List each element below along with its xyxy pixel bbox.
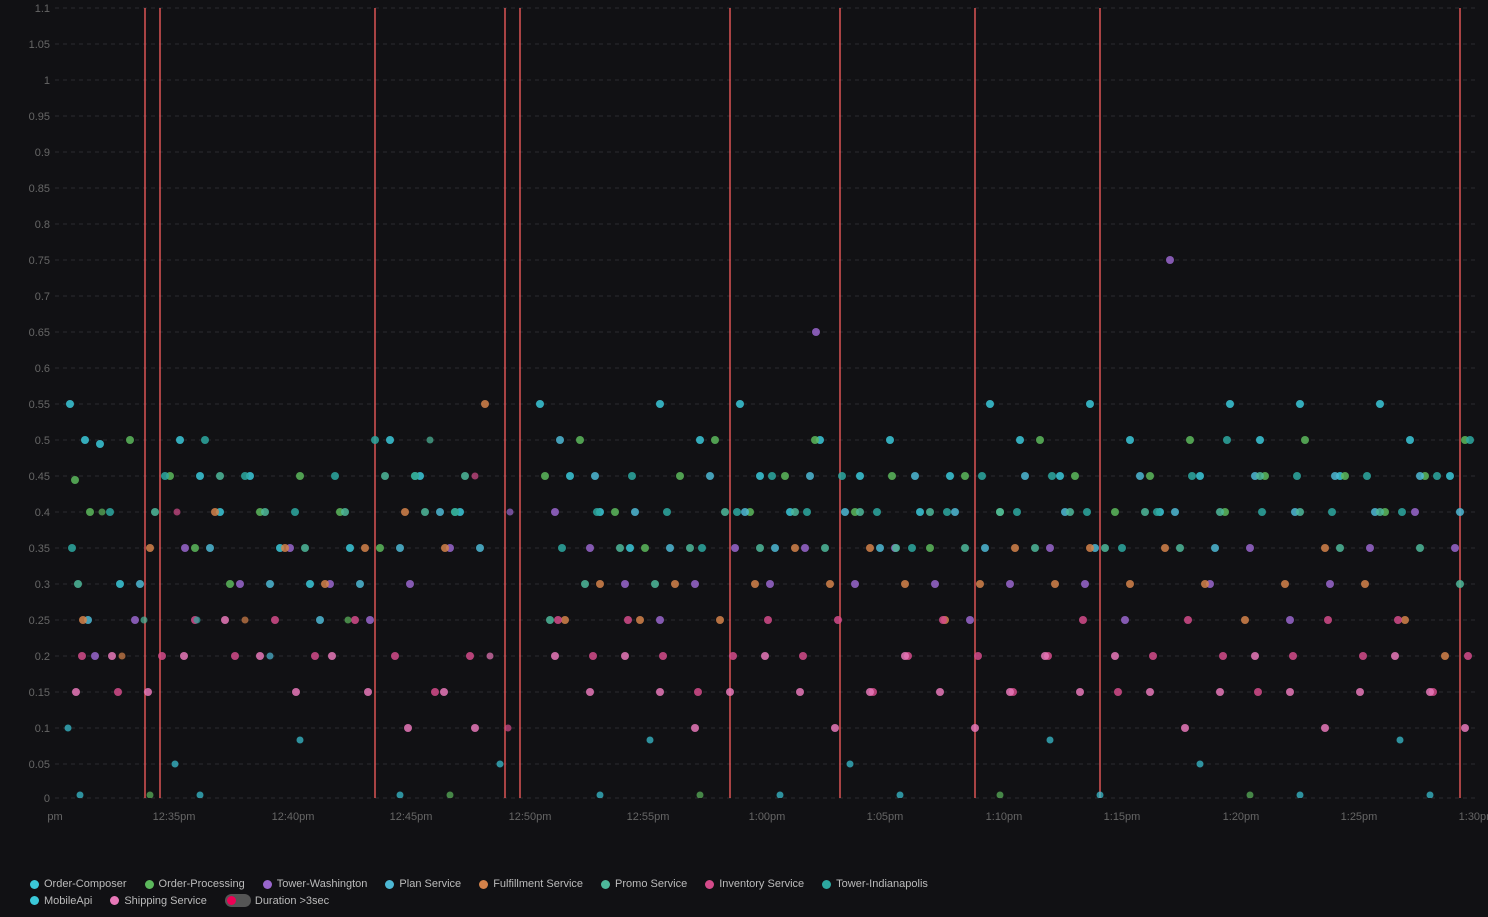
duration-toggle-label: Duration >3sec <box>255 895 329 907</box>
svg-text:1.05: 1.05 <box>29 39 50 51</box>
svg-text:0.65: 0.65 <box>29 327 50 339</box>
order-processing-dot <box>145 880 154 889</box>
svg-text:0.45: 0.45 <box>29 471 50 483</box>
svg-text:1:10pm: 1:10pm <box>986 811 1023 823</box>
tower-washington-label: Tower-Washington <box>277 878 368 890</box>
inventory-service-dot <box>705 880 714 889</box>
svg-text:1.1: 1.1 <box>35 3 50 15</box>
svg-text:0.2: 0.2 <box>35 651 50 663</box>
svg-text:1:00pm: 1:00pm <box>749 811 786 823</box>
svg-text:0.95: 0.95 <box>29 111 50 123</box>
legend-tower-indianapolis[interactable]: Tower-Indianapolis <box>822 878 928 890</box>
legend-plan-service[interactable]: Plan Service <box>385 878 461 890</box>
legend-duration-toggle[interactable]: Duration >3sec <box>225 894 329 907</box>
svg-text:1: 1 <box>44 75 50 87</box>
fulfillment-service-dot <box>479 880 488 889</box>
legend-fulfillment-service[interactable]: Fulfillment Service <box>479 878 583 890</box>
shipping-service-label: Shipping Service <box>124 895 207 907</box>
order-processing-label: Order-Processing <box>159 878 245 890</box>
svg-text:0: 0 <box>44 793 50 805</box>
svg-text:0.9: 0.9 <box>35 147 50 159</box>
legend-shipping-service[interactable]: Shipping Service <box>110 894 207 907</box>
chart-container: 1.1 1.05 1 0.95 0.9 0.85 0.8 0.75 0.7 0.… <box>0 0 1488 917</box>
promo-service-dot <box>601 880 610 889</box>
svg-text:12:50pm: 12:50pm <box>509 811 552 823</box>
plan-service-label: Plan Service <box>399 878 461 890</box>
svg-text:0.6: 0.6 <box>35 363 50 375</box>
legend-inventory-service[interactable]: Inventory Service <box>705 878 804 890</box>
svg-text:0.15: 0.15 <box>29 687 50 699</box>
legend-tower-washington[interactable]: Tower-Washington <box>263 878 368 890</box>
order-composer-label: Order-Composer <box>44 878 127 890</box>
svg-text:0.85: 0.85 <box>29 183 50 195</box>
legend-promo-service[interactable]: Promo Service <box>601 878 687 890</box>
legend-order-composer[interactable]: Order-Composer <box>30 878 127 890</box>
svg-text:0.75: 0.75 <box>29 255 50 267</box>
scatter-chart: 1.1 1.05 1 0.95 0.9 0.85 0.8 0.75 0.7 0.… <box>0 0 1488 917</box>
legend-row-2: MobileApi Shipping Service Duration >3se… <box>30 894 1245 907</box>
svg-text:0.7: 0.7 <box>35 291 50 303</box>
legend-order-processing[interactable]: Order-Processing <box>145 878 245 890</box>
svg-text:0.35: 0.35 <box>29 543 50 555</box>
svg-text:0.25: 0.25 <box>29 615 50 627</box>
svg-text:0.1: 0.1 <box>35 723 50 735</box>
mobile-api-label: MobileApi <box>44 895 92 907</box>
duration-toggle-pill[interactable] <box>225 894 251 907</box>
svg-text:0.5: 0.5 <box>35 435 50 447</box>
tower-washington-dot <box>263 880 272 889</box>
tower-indianapolis-dot <box>822 880 831 889</box>
svg-text:0.55: 0.55 <box>29 399 50 411</box>
svg-text:12:40pm: 12:40pm <box>272 811 315 823</box>
svg-text:1:15pm: 1:15pm <box>1104 811 1141 823</box>
svg-text:1:20pm: 1:20pm <box>1223 811 1260 823</box>
legend-mobile-api[interactable]: MobileApi <box>30 894 92 907</box>
svg-text:12:45pm: 12:45pm <box>390 811 433 823</box>
plan-service-dot <box>385 880 394 889</box>
svg-text:pm: pm <box>47 811 62 823</box>
mobile-api-dot <box>30 896 39 905</box>
chart-legend: Order-Composer Order-Processing Tower-Wa… <box>30 878 1245 907</box>
tower-indianapolis-label: Tower-Indianapolis <box>836 878 928 890</box>
svg-text:1:30pm: 1:30pm <box>1459 811 1488 823</box>
svg-text:0.4: 0.4 <box>35 507 50 519</box>
promo-service-label: Promo Service <box>615 878 687 890</box>
fulfillment-service-label: Fulfillment Service <box>493 878 583 890</box>
inventory-service-label: Inventory Service <box>719 878 804 890</box>
svg-text:0.3: 0.3 <box>35 579 50 591</box>
order-composer-dot <box>30 880 39 889</box>
svg-text:0.05: 0.05 <box>29 759 50 771</box>
shipping-service-dot <box>110 896 119 905</box>
svg-text:0.8: 0.8 <box>35 219 50 231</box>
svg-text:1:05pm: 1:05pm <box>867 811 904 823</box>
legend-row-1: Order-Composer Order-Processing Tower-Wa… <box>30 878 1245 890</box>
svg-text:12:55pm: 12:55pm <box>627 811 670 823</box>
svg-text:1:25pm: 1:25pm <box>1341 811 1378 823</box>
svg-text:12:35pm: 12:35pm <box>153 811 196 823</box>
